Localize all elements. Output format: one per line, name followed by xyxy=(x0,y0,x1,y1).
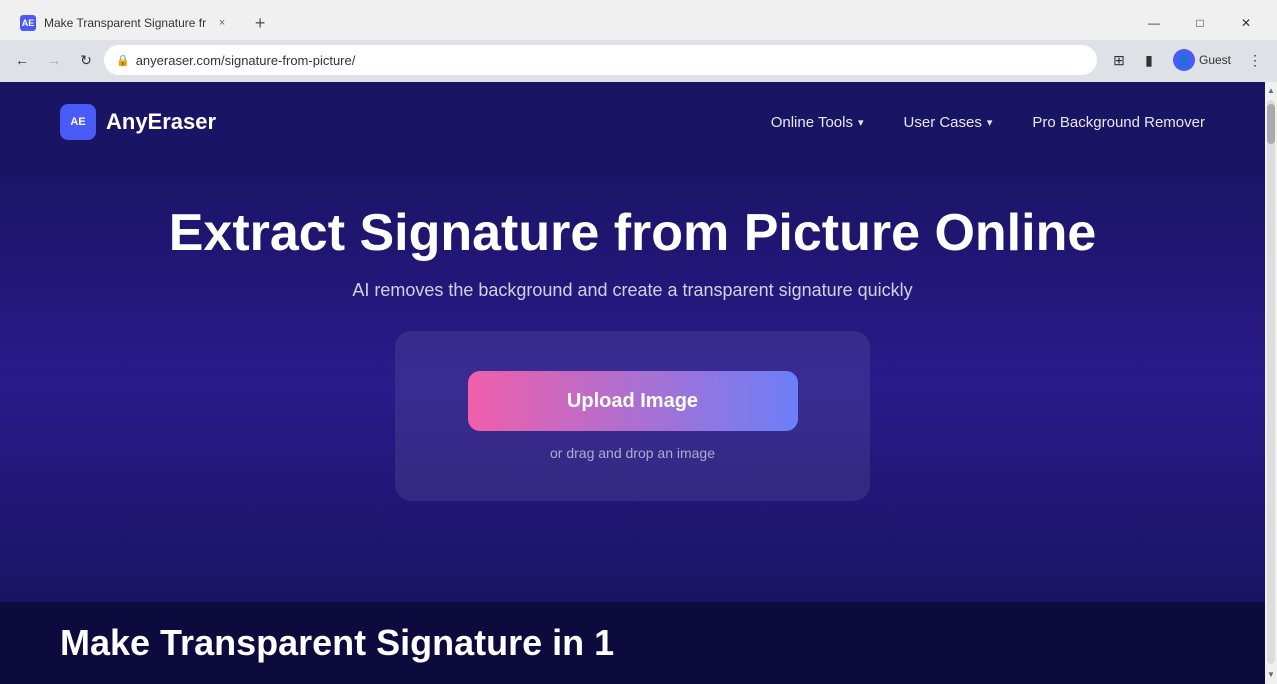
scroll-down-arrow[interactable]: ▼ xyxy=(1265,666,1277,682)
scroll-thumb[interactable] xyxy=(1267,104,1275,144)
bottom-title: Make Transparent Signature in 1 xyxy=(60,622,1205,664)
profile-label: Guest xyxy=(1199,53,1231,67)
site-logo[interactable]: AE AnyEraser xyxy=(60,104,216,140)
url-bar[interactable]: 🔒 anyeraser.com/signature-from-picture/ xyxy=(104,45,1097,75)
tab-close-button[interactable]: × xyxy=(214,15,230,31)
browser-actions: ⊞ ▮ 👤 Guest ⋮ xyxy=(1105,46,1269,74)
bottom-section: Make Transparent Signature in 1 xyxy=(0,602,1265,684)
new-tab-button[interactable]: + xyxy=(246,9,274,37)
hero-section: Extract Signature from Picture Online AI… xyxy=(0,162,1265,602)
browser-body: AE AnyEraser Online Tools ▾ User Cases ▾… xyxy=(0,82,1277,684)
menu-button[interactable]: ⋮ xyxy=(1241,46,1269,74)
nav-link-online-tools[interactable]: Online Tools ▾ xyxy=(771,114,864,131)
title-bar: AE Make Transparent Signature fr × + — □… xyxy=(0,0,1277,40)
forward-button[interactable]: → xyxy=(40,46,68,74)
upload-card: Upload Image or drag and drop an image xyxy=(395,331,870,501)
site-navigation: AE AnyEraser Online Tools ▾ User Cases ▾… xyxy=(0,82,1265,162)
logo-text: AnyEraser xyxy=(106,109,216,135)
online-tools-label: Online Tools xyxy=(771,114,853,131)
pro-remover-label: Pro Background Remover xyxy=(1032,114,1205,131)
back-button[interactable]: ← xyxy=(8,46,36,74)
url-text: anyeraser.com/signature-from-picture/ xyxy=(136,53,356,68)
logo-icon: AE xyxy=(60,104,96,140)
user-cases-label: User Cases xyxy=(904,114,982,131)
address-bar: ← → ↻ 🔒 anyeraser.com/signature-from-pic… xyxy=(0,40,1277,82)
chevron-down-icon: ▾ xyxy=(858,116,864,129)
profile-icon: 👤 xyxy=(1173,49,1195,71)
maximize-button[interactable]: □ xyxy=(1177,6,1223,40)
hero-subtitle: AI removes the background and create a t… xyxy=(352,280,912,301)
website-content: AE AnyEraser Online Tools ▾ User Cases ▾… xyxy=(0,82,1265,684)
close-button[interactable]: ✕ xyxy=(1223,6,1269,40)
nav-link-pro-remover[interactable]: Pro Background Remover xyxy=(1032,114,1205,131)
nav-link-user-cases[interactable]: User Cases ▾ xyxy=(904,114,993,131)
extensions-button[interactable]: ⊞ xyxy=(1105,46,1133,74)
refresh-button[interactable]: ↻ xyxy=(72,46,100,74)
nav-links: Online Tools ▾ User Cases ▾ Pro Backgrou… xyxy=(771,114,1205,131)
scroll-track[interactable] xyxy=(1267,100,1275,664)
tab-favicon: AE xyxy=(20,15,36,31)
browser-window: AE Make Transparent Signature fr × + — □… xyxy=(0,0,1277,684)
tab-title: Make Transparent Signature fr xyxy=(44,16,206,30)
browser-tab[interactable]: AE Make Transparent Signature fr × xyxy=(8,6,242,40)
window-controls: — □ ✕ xyxy=(1131,6,1269,40)
chevron-down-icon: ▾ xyxy=(987,116,993,129)
lock-icon: 🔒 xyxy=(116,54,130,67)
hero-title: Extract Signature from Picture Online xyxy=(169,202,1097,264)
sidebar-button[interactable]: ▮ xyxy=(1135,46,1163,74)
scroll-up-arrow[interactable]: ▲ xyxy=(1265,82,1277,98)
upload-image-button[interactable]: Upload Image xyxy=(468,371,798,431)
profile-button[interactable]: 👤 Guest xyxy=(1165,47,1239,73)
drag-drop-text: or drag and drop an image xyxy=(550,445,715,461)
minimize-button[interactable]: — xyxy=(1131,6,1177,40)
scrollbar[interactable]: ▲ ▼ xyxy=(1265,82,1277,682)
